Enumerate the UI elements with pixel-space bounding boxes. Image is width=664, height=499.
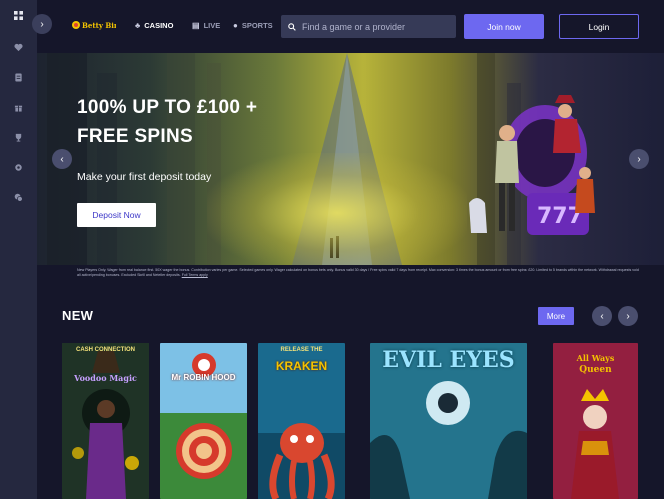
section-title-new: NEW xyxy=(62,308,94,323)
chevron-right-icon: › xyxy=(637,153,641,165)
hero-prev-button[interactable]: ‹ xyxy=(52,149,72,169)
login-button[interactable]: Login xyxy=(559,14,639,39)
chevron-left-icon: ‹ xyxy=(60,153,64,165)
logo-text: Betty Bingo xyxy=(82,21,116,30)
sidebar-item-promotions[interactable] xyxy=(0,62,37,92)
brand-logo[interactable]: Betty Bingo xyxy=(70,16,129,34)
hero-title-line-1: 100% UP TO £100 + xyxy=(77,97,258,118)
hero-characters-art: 777 xyxy=(469,95,595,235)
hero-subtitle: Make your first deposit today xyxy=(77,171,212,183)
heart-icon xyxy=(14,43,23,51)
game-title-line-2: EVIL EYES xyxy=(382,347,515,373)
ball-icon: ● xyxy=(233,21,238,30)
game-title-line-2: Mr ROBIN HOOD xyxy=(171,373,236,382)
game-tile[interactable]: RELEASE THE KRAKEN xyxy=(258,343,345,499)
search-box xyxy=(281,15,456,38)
hero-banner: 777 100% UP TO £100 + FREE SPINS Make yo… xyxy=(37,53,664,265)
settings-icon xyxy=(15,163,22,171)
hero-title-line-2: FREE SPINS xyxy=(77,126,193,147)
nav-live-label: LIVE xyxy=(203,21,221,30)
chevron-right-icon: › xyxy=(626,310,630,322)
sidebar-toggle-button[interactable]: › xyxy=(32,14,52,34)
game-tile[interactable]: CASH CONNECTION Voodoo Magic xyxy=(62,343,149,499)
deposit-now-button[interactable]: Deposit Now xyxy=(77,203,156,227)
search-icon xyxy=(288,22,296,31)
sidebar-item-rewards[interactable] xyxy=(0,92,37,122)
grid-icon xyxy=(14,10,23,20)
game-art-mr-robin-hood xyxy=(160,343,247,499)
sidebar-item-settings[interactable] xyxy=(0,152,37,182)
document-icon xyxy=(15,72,22,82)
games-next-button[interactable]: › xyxy=(618,306,638,326)
join-now-button[interactable]: Join now xyxy=(464,14,544,39)
nav-sports-label: SPORTS xyxy=(241,21,273,30)
logo-graphic: Betty Bingo xyxy=(72,21,129,30)
bonus-terms: New Players Only. Wager from real balanc… xyxy=(77,268,642,278)
more-button[interactable]: More xyxy=(538,307,574,325)
nav-sports[interactable]: ● SPORTS xyxy=(233,21,273,30)
nav-casino[interactable]: ♣ CASINO xyxy=(135,21,173,30)
games-prev-button[interactable]: ‹ xyxy=(592,306,612,326)
game-tile[interactable]: All Ways Queen xyxy=(553,343,638,499)
game-art-voodoo-magic xyxy=(62,343,149,499)
game-title-line-1: RELEASE THE xyxy=(280,347,323,353)
full-terms-link[interactable]: Full Terms apply xyxy=(182,273,208,277)
sidebar-item-favourites[interactable] xyxy=(0,32,37,62)
top-bar: › Betty Bingo ♣ CASINO ▤ LIVE ● SPORTS J… xyxy=(32,0,664,53)
nav-live[interactable]: ▤ LIVE xyxy=(192,21,220,30)
app-root: › Betty Bingo ♣ CASINO ▤ LIVE ● SPORTS J… xyxy=(0,0,664,499)
game-title-line-2: Queen xyxy=(579,365,612,375)
sidebar-item-tournaments[interactable] xyxy=(0,122,37,152)
sidebar xyxy=(0,0,37,499)
nav-casino-label: CASINO xyxy=(144,21,174,30)
game-tile[interactable]: EVIL EYES xyxy=(370,343,527,499)
hero-title: 100% UP TO £100 + FREE SPINS xyxy=(77,93,307,151)
chat-icon xyxy=(14,193,23,202)
game-title-line-2: KRAKEN xyxy=(275,359,328,373)
gift-icon xyxy=(14,105,23,112)
game-title-line-1: All Ways xyxy=(576,353,615,363)
search-input[interactable] xyxy=(302,21,452,32)
live-icon: ▤ xyxy=(192,21,200,30)
chevron-left-icon: ‹ xyxy=(600,310,604,322)
trophy-icon xyxy=(15,133,22,142)
hero-glow xyxy=(207,153,467,265)
hero-next-button[interactable]: › xyxy=(629,149,649,169)
chevron-right-icon: › xyxy=(40,18,44,30)
game-title-line-2: Voodoo Magic xyxy=(74,373,137,383)
spade-icon: ♣ xyxy=(135,21,141,30)
bonus-terms-text: New Players Only. Wager from real balanc… xyxy=(77,268,639,277)
game-tile[interactable]: Mr ROBIN HOOD xyxy=(160,343,247,499)
sidebar-item-support[interactable] xyxy=(0,182,37,212)
game-title-line-1: CASH CONNECTION xyxy=(75,347,135,353)
